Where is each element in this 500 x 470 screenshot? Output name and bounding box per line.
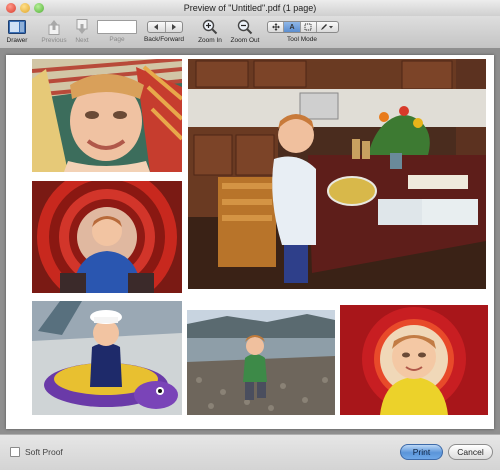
tool-mode-segmented: A (267, 21, 339, 33)
document-area[interactable] (0, 49, 500, 434)
select-rect-icon (304, 23, 312, 31)
select-tool-button[interactable] (301, 22, 317, 32)
back-forward-segmented (147, 21, 183, 33)
print-button[interactable]: Print (400, 444, 443, 460)
photo-boy-porthole (340, 305, 488, 415)
cancel-button[interactable]: Cancel (448, 444, 493, 460)
move-tool-button[interactable] (268, 22, 285, 32)
window-title: Preview of "Untitled".pdf (1 page) (183, 3, 317, 13)
next-button[interactable]: Next (70, 16, 94, 48)
drawer-label: Drawer (6, 37, 28, 44)
tool-mode-label: Tool Mode (287, 36, 317, 43)
photo-boy-kitchen (188, 59, 486, 289)
previous-label: Previous (41, 37, 67, 44)
text-tool-button[interactable]: A (284, 22, 301, 32)
page-control: Page (96, 16, 138, 48)
page-number-field[interactable] (97, 20, 137, 34)
checkbox-box[interactable] (10, 447, 20, 457)
photo-boy-striped-hat (32, 59, 182, 172)
zoom-out-button[interactable]: Zoom Out (228, 16, 262, 48)
zoom-window-button[interactable] (34, 3, 44, 13)
photo-boy-red-tunnel (32, 181, 182, 293)
title-bar[interactable]: Preview of "Untitled".pdf (1 page) (0, 0, 500, 16)
minimize-window-button[interactable] (20, 3, 30, 13)
next-label: Next (75, 37, 89, 44)
back-arrow-icon (154, 24, 159, 30)
soft-proof-checkbox[interactable]: Soft Proof (10, 447, 63, 457)
annotate-tool-button[interactable] (317, 22, 338, 32)
tool-mode-control: A Tool Mode (264, 16, 340, 48)
back-forward-label: Back/Forward (143, 36, 185, 43)
toolbar: Drawer Previous Next Page Back/Forward Z… (0, 16, 500, 49)
soft-proof-label: Soft Proof (25, 447, 63, 457)
zoom-in-icon (195, 18, 225, 36)
next-page-icon (70, 18, 94, 36)
photo-boy-sandbox-turtle (32, 301, 182, 415)
forward-button[interactable] (166, 22, 183, 32)
zoom-out-icon (228, 18, 262, 36)
previous-page-icon (38, 18, 70, 36)
back-forward-control: Back/Forward (141, 16, 187, 48)
pdf-page (6, 55, 494, 429)
annotate-icon (321, 24, 334, 30)
zoom-out-label: Zoom Out (230, 37, 260, 44)
previous-button[interactable]: Previous (38, 16, 70, 48)
back-button[interactable] (148, 22, 166, 32)
preview-window: Preview of "Untitled".pdf (1 page) Drawe… (0, 0, 500, 470)
move-icon (271, 23, 280, 31)
close-window-button[interactable] (6, 3, 16, 13)
print-dialog-footer: Soft Proof Print Cancel (0, 434, 500, 470)
text-select-icon: A (289, 23, 295, 31)
forward-arrow-icon (171, 24, 176, 30)
drawer-icon (2, 18, 32, 36)
photo-boy-beach (187, 310, 335, 415)
zoom-in-button[interactable]: Zoom In (195, 16, 225, 48)
page-label: Page (109, 36, 125, 43)
drawer-button[interactable]: Drawer (2, 16, 32, 48)
zoom-in-label: Zoom In (198, 37, 222, 44)
